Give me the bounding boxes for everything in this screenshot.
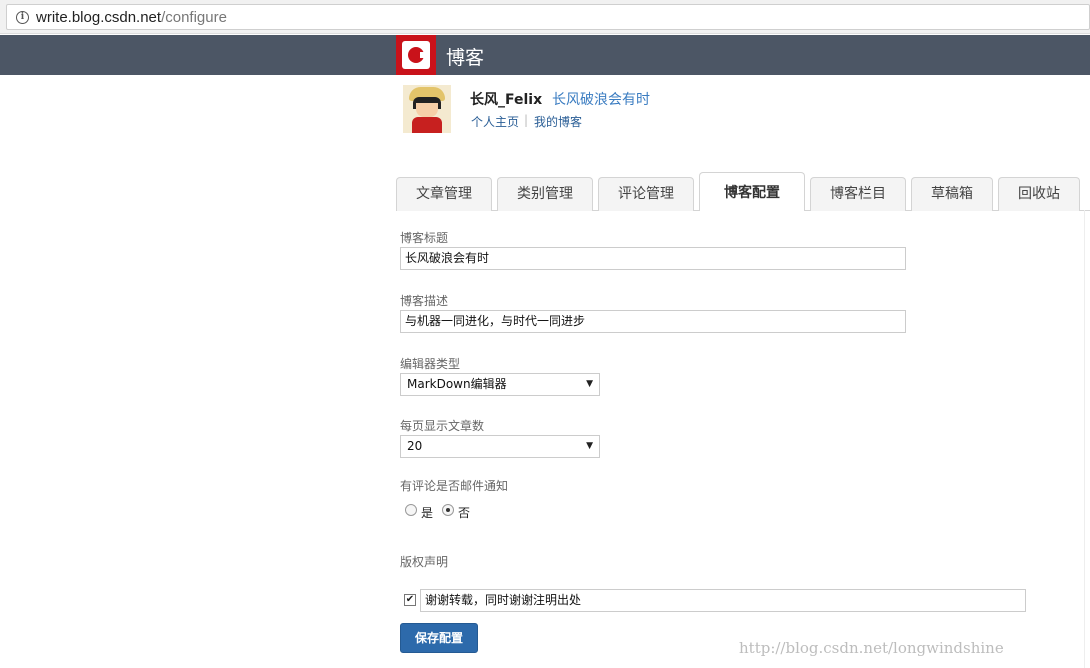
copyright-checkbox[interactable]: ✔	[404, 594, 416, 606]
per-page-value: 20	[407, 439, 423, 453]
tab-comment-manage[interactable]: 评论管理	[598, 177, 694, 211]
csdn-logo[interactable]	[396, 35, 436, 75]
tab-blog-config[interactable]: 博客配置	[699, 172, 805, 211]
editor-type-select[interactable]: MarkDown编辑器 ▼	[400, 373, 600, 396]
content-border	[1084, 210, 1085, 668]
info-icon[interactable]: i	[16, 11, 29, 24]
radio-yes-label[interactable]: 是	[421, 504, 433, 521]
dropdown-arrow-icon: ▼	[586, 379, 593, 389]
per-page-select[interactable]: 20 ▼	[400, 435, 600, 458]
browser-toolbar: i write.blog.csdn.net/configure	[0, 0, 1090, 34]
per-page-label: 每页显示文章数	[400, 419, 485, 433]
tab-category-manage[interactable]: 类别管理	[497, 177, 593, 211]
site-header: 博客	[0, 35, 1090, 75]
username: 长风_Felix	[470, 92, 543, 108]
copyright-input[interactable]: 谢谢转载，同时谢谢注明出处	[420, 589, 1026, 612]
address-bar[interactable]: i write.blog.csdn.net/configure	[6, 4, 1090, 30]
personal-homepage-link[interactable]: 个人主页	[471, 113, 519, 130]
csdn-logo-icon	[402, 41, 430, 69]
tab-blog-column[interactable]: 博客栏目	[810, 177, 906, 211]
save-config-button[interactable]: 保存配置	[400, 623, 478, 653]
editor-type-label: 编辑器类型	[400, 357, 461, 371]
link-separator: |	[524, 113, 529, 127]
watermark-text: http://blog.csdn.net/longwindshine	[739, 639, 1004, 657]
radio-yes[interactable]	[405, 504, 417, 516]
email-notify-label: 有评论是否邮件通知	[400, 479, 509, 493]
tab-article-manage[interactable]: 文章管理	[396, 177, 492, 211]
tab-recycle-bin[interactable]: 回收站	[998, 177, 1080, 211]
my-blog-link[interactable]: 我的博客	[534, 113, 582, 130]
tab-drafts[interactable]: 草稿箱	[911, 177, 993, 211]
blog-name-link[interactable]: 长风破浪会有时	[552, 89, 650, 109]
radio-no[interactable]	[442, 504, 454, 516]
blog-title-label: 博客标题	[400, 231, 449, 245]
blog-desc-label: 博客描述	[400, 294, 449, 308]
copyright-label: 版权声明	[400, 555, 449, 569]
blog-title-input[interactable]: 长风破浪会有时	[400, 247, 906, 270]
editor-type-value: MarkDown编辑器	[407, 377, 507, 391]
header-title: 博客	[446, 47, 485, 69]
blog-desc-input[interactable]: 与机器一同进化，与时代一同进步	[400, 310, 906, 333]
url-text[interactable]: write.blog.csdn.net/configure	[36, 9, 227, 26]
radio-no-label[interactable]: 否	[458, 504, 470, 521]
avatar[interactable]	[403, 85, 451, 133]
dropdown-arrow-icon: ▼	[586, 441, 593, 451]
